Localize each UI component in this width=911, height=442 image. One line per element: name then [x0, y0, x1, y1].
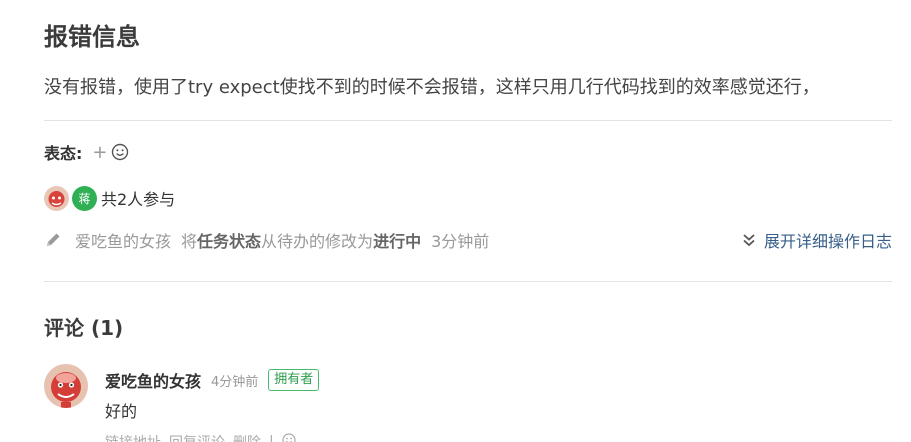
pencil-icon	[44, 231, 62, 249]
avatar[interactable]	[44, 364, 88, 408]
double-chevron-down-icon	[742, 233, 756, 247]
comments-title: 评论 (1)	[44, 316, 124, 340]
activity-prefix: 将	[181, 232, 198, 251]
comment-author[interactable]: 爱吃鱼的女孩	[105, 368, 201, 392]
avatar-letter[interactable]: 蒋	[72, 185, 97, 211]
task-detail-page: 报错信息 没有报错，使用了try expect使找不到的时候不会报错，这样只用几…	[0, 0, 911, 442]
divider	[44, 281, 892, 282]
activity-field: 任务状态	[197, 232, 262, 251]
comment-time: 4分钟前	[211, 374, 259, 390]
reply-comment-button[interactable]: 回复评论	[169, 432, 225, 442]
copy-link-button[interactable]: 链接地址	[105, 432, 161, 442]
avatar[interactable]	[44, 185, 69, 211]
comment-actions: 链接地址 回复评论 删除 |	[105, 432, 304, 442]
participants-count: 共2人参与	[101, 190, 176, 209]
owner-badge: 拥有者	[268, 369, 320, 391]
activity-new-status: 进行中	[373, 232, 422, 251]
add-reaction-button[interactable]: +	[92, 142, 128, 163]
comment-body: 好的	[105, 402, 138, 421]
expand-log-button[interactable]: 展开详细操作日志	[742, 228, 892, 252]
comment-meta: 爱吃鱼的女孩 4分钟前 拥有者	[105, 366, 320, 394]
divider	[44, 120, 892, 121]
delete-comment-button[interactable]: 删除	[233, 432, 261, 442]
activity-mid: 从待办的修改为	[261, 232, 374, 251]
activity-log-row: 爱吃鱼的女孩 将任务状态从待办的修改为进行中 3分钟前 展开详细操作日志	[44, 227, 892, 253]
expand-log-label: 展开详细操作日志	[763, 232, 892, 251]
reactions-label: 表态:	[44, 144, 83, 163]
smiley-icon	[111, 143, 129, 161]
plus-icon: +	[92, 141, 108, 163]
activity-user[interactable]: 爱吃鱼的女孩	[75, 228, 171, 252]
error-info-content: 没有报错，使用了try expect使找不到的时候不会报错，这样只用几行代码找到…	[44, 77, 820, 98]
participants-row: 蒋 共2人参与	[44, 185, 175, 211]
comment-reaction-icon[interactable]	[282, 433, 296, 442]
error-info-title: 报错信息	[44, 23, 140, 51]
activity-text: 将任务状态从待办的修改为进行中	[181, 228, 421, 252]
reactions-row: 表态: +	[44, 140, 129, 164]
actions-separator: |	[269, 434, 274, 442]
activity-time: 3分钟前	[431, 232, 490, 251]
